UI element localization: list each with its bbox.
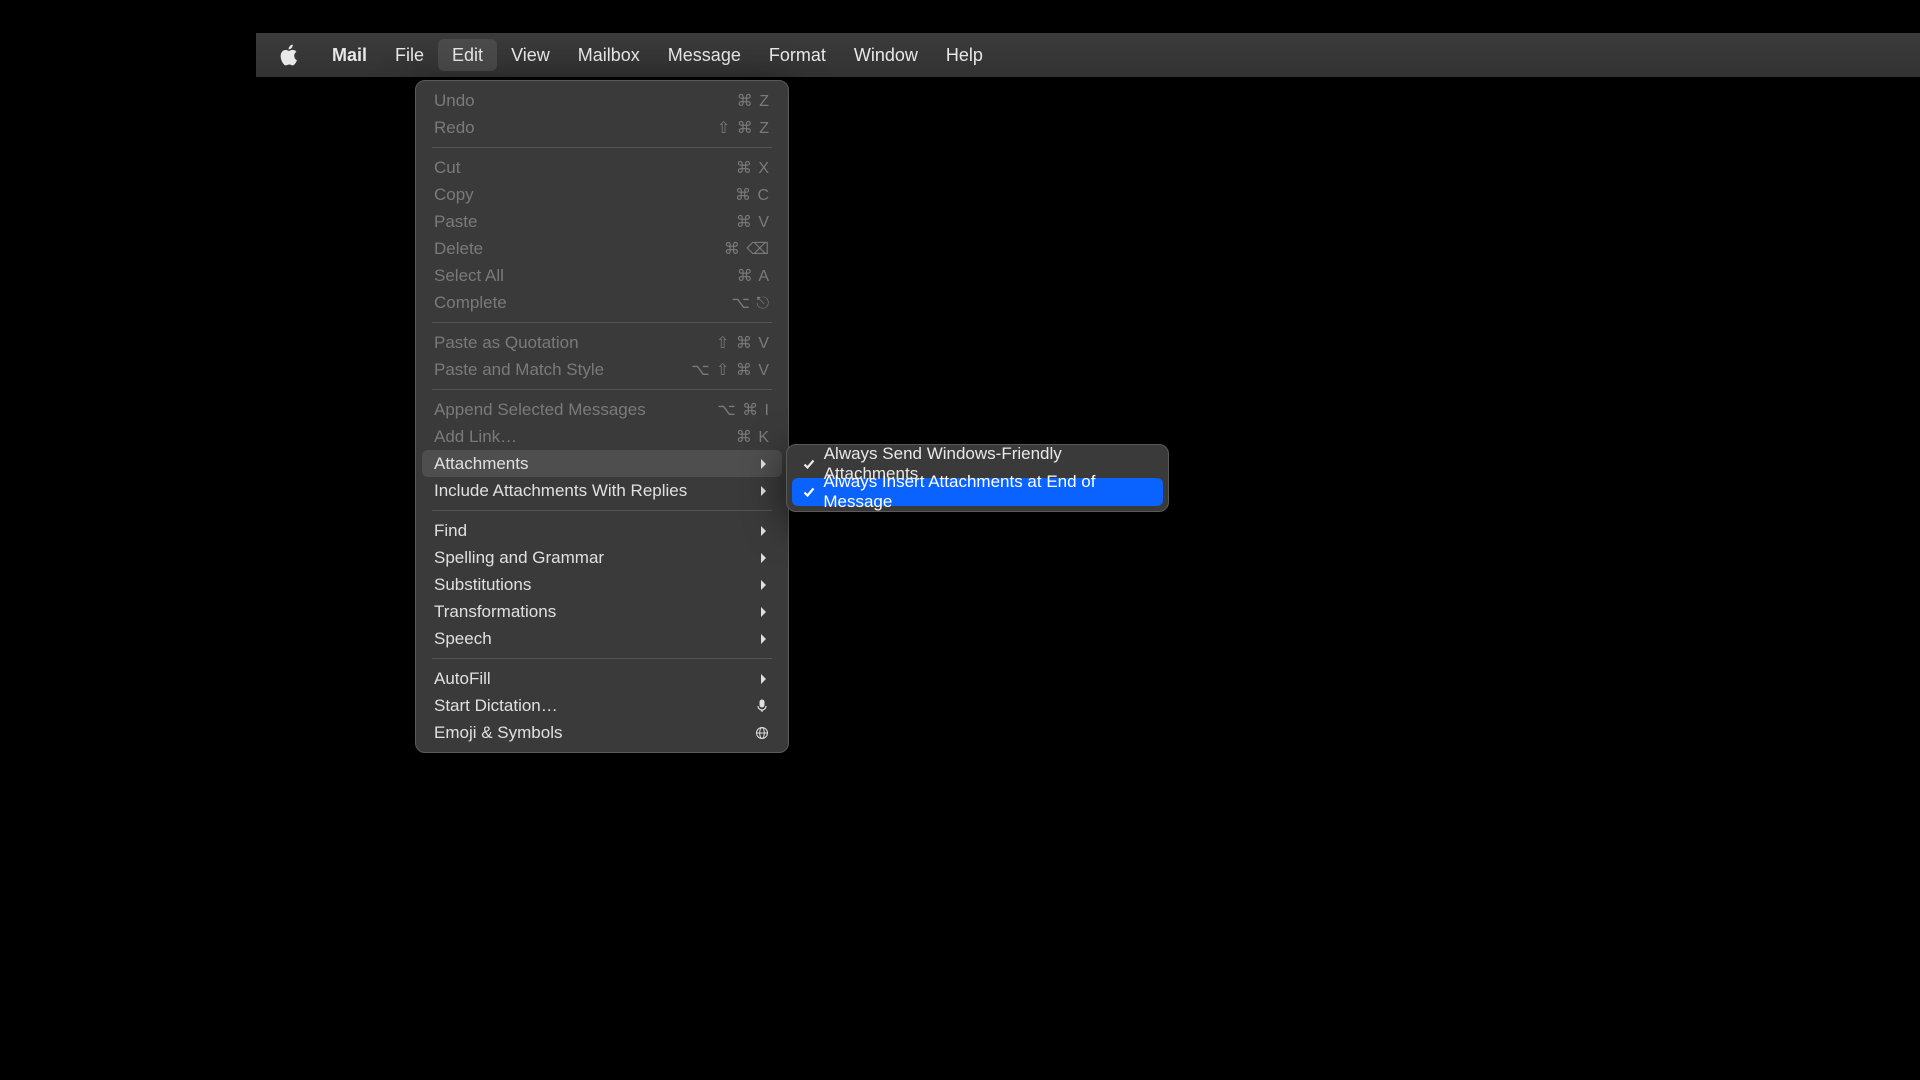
menu-shortcut: ⌥ ⎋ bbox=[710, 293, 770, 313]
apple-logo-icon[interactable] bbox=[272, 39, 304, 71]
menu-item-find[interactable]: Find bbox=[422, 517, 782, 544]
menu-item-complete: Complete ⌥ ⎋ bbox=[422, 289, 782, 316]
chevron-right-icon bbox=[758, 525, 770, 537]
menu-item-label: Copy bbox=[434, 185, 474, 205]
menu-item-include-attachments-with-replies[interactable]: Include Attachments With Replies bbox=[422, 477, 782, 504]
menu-item-substitutions[interactable]: Substitutions bbox=[422, 571, 782, 598]
submenu-item-always-insert-attachments-at-end-of-message[interactable]: Always Insert Attachments at End of Mess… bbox=[792, 478, 1163, 506]
menu-item-label: AutoFill bbox=[434, 669, 491, 689]
menu-item-delete: Delete ⌘ ⌫ bbox=[422, 235, 782, 262]
menu-item-label: Add Link… bbox=[434, 427, 517, 447]
menu-shortcut: ⇧ ⌘ V bbox=[710, 333, 770, 353]
menu-shortcut: ⌘ Z bbox=[710, 91, 770, 111]
menu-shortcut: ⌘ C bbox=[710, 185, 770, 205]
chevron-right-icon bbox=[758, 606, 770, 618]
chevron-right-icon bbox=[758, 485, 770, 497]
chevron-right-icon bbox=[758, 579, 770, 591]
menu-item-label: Start Dictation… bbox=[434, 696, 558, 716]
menu-item-spelling-and-grammar[interactable]: Spelling and Grammar bbox=[422, 544, 782, 571]
menu-item-label: Delete bbox=[434, 239, 483, 259]
menu-item-label: Paste as Quotation bbox=[434, 333, 579, 353]
menu-shortcut: ⌘ X bbox=[710, 158, 770, 178]
menu-shortcut: ⌘ K bbox=[710, 427, 770, 447]
chevron-right-icon bbox=[758, 458, 770, 470]
menu-item-cut: Cut ⌘ X bbox=[422, 154, 782, 181]
menu-item-start-dictation[interactable]: Start Dictation… bbox=[422, 692, 782, 719]
menu-shortcut: ⌥ ⇧ ⌘ V bbox=[691, 360, 770, 380]
menu-item-label: Substitutions bbox=[434, 575, 531, 595]
menubar-item-view[interactable]: View bbox=[497, 39, 564, 71]
menu-item-label: Select All bbox=[434, 266, 504, 286]
mic-icon bbox=[754, 698, 770, 714]
menu-separator bbox=[432, 147, 772, 148]
edit-menu: Undo ⌘ Z Redo ⇧ ⌘ Z Cut ⌘ X Copy ⌘ C Paste ⌘ V Del… bbox=[415, 80, 789, 753]
menu-item-paste-and-match-style: Paste and Match Style ⌥ ⇧ ⌘ V bbox=[422, 356, 782, 383]
menu-separator bbox=[432, 510, 772, 511]
menubar: Mail FileEditViewMailboxMessageFormatWin… bbox=[256, 33, 1920, 77]
checkmark-icon bbox=[802, 458, 816, 470]
menu-separator bbox=[432, 322, 772, 323]
menu-item-label: Append Selected Messages bbox=[434, 400, 646, 420]
checkmark-icon bbox=[802, 486, 815, 498]
menu-item-attachments[interactable]: Attachments bbox=[422, 450, 782, 477]
chevron-right-icon bbox=[758, 552, 770, 564]
menu-shortcut: ⌘ V bbox=[710, 212, 770, 232]
menu-item-add-link: Add Link… ⌘ K bbox=[422, 423, 782, 450]
menu-item-autofill[interactable]: AutoFill bbox=[422, 665, 782, 692]
menu-item-label: Paste bbox=[434, 212, 477, 232]
menu-item-label: Redo bbox=[434, 118, 475, 138]
menubar-item-help[interactable]: Help bbox=[932, 39, 997, 71]
menu-item-label: Transformations bbox=[434, 602, 556, 622]
chevron-right-icon bbox=[758, 633, 770, 645]
submenu-item-label: Always Insert Attachments at End of Mess… bbox=[823, 472, 1153, 512]
menu-item-label: Find bbox=[434, 521, 467, 541]
menu-shortcut: ⌥ ⌘ I bbox=[710, 400, 770, 420]
menubar-app-name[interactable]: Mail bbox=[318, 39, 381, 71]
menu-item-paste: Paste ⌘ V bbox=[422, 208, 782, 235]
menu-item-label: Include Attachments With Replies bbox=[434, 481, 687, 501]
menu-item-label: Spelling and Grammar bbox=[434, 548, 604, 568]
menubar-item-file[interactable]: File bbox=[381, 39, 438, 71]
menu-item-select-all: Select All ⌘ A bbox=[422, 262, 782, 289]
menubar-item-format[interactable]: Format bbox=[755, 39, 840, 71]
menu-shortcut: ⌘ ⌫ bbox=[710, 239, 770, 259]
chevron-right-icon bbox=[758, 673, 770, 685]
menu-item-transformations[interactable]: Transformations bbox=[422, 598, 782, 625]
menu-shortcut: ⌘ A bbox=[710, 266, 770, 286]
menu-item-paste-as-quotation: Paste as Quotation ⇧ ⌘ V bbox=[422, 329, 782, 356]
menubar-item-edit[interactable]: Edit bbox=[438, 39, 497, 71]
menu-item-label: Cut bbox=[434, 158, 460, 178]
menu-item-label: Undo bbox=[434, 91, 475, 111]
menu-item-label: Complete bbox=[434, 293, 507, 313]
menu-item-label: Attachments bbox=[434, 454, 529, 474]
menu-separator bbox=[432, 389, 772, 390]
menu-item-emoji-symbols[interactable]: Emoji & Symbols bbox=[422, 719, 782, 746]
menu-item-speech[interactable]: Speech bbox=[422, 625, 782, 652]
menu-item-undo: Undo ⌘ Z bbox=[422, 87, 782, 114]
menu-item-redo: Redo ⇧ ⌘ Z bbox=[422, 114, 782, 141]
menubar-item-mailbox[interactable]: Mailbox bbox=[564, 39, 654, 71]
menu-item-label: Speech bbox=[434, 629, 492, 649]
menu-item-copy: Copy ⌘ C bbox=[422, 181, 782, 208]
menubar-item-window[interactable]: Window bbox=[840, 39, 932, 71]
menu-shortcut: ⇧ ⌘ Z bbox=[710, 118, 770, 138]
menu-separator bbox=[432, 658, 772, 659]
menu-item-append-selected-messages: Append Selected Messages ⌥ ⌘ I bbox=[422, 396, 782, 423]
globe-icon bbox=[754, 725, 770, 741]
menubar-item-message[interactable]: Message bbox=[654, 39, 755, 71]
menu-item-label: Emoji & Symbols bbox=[434, 723, 562, 743]
menu-item-label: Paste and Match Style bbox=[434, 360, 604, 380]
attachments-submenu: Always Send Windows-Friendly Attachments… bbox=[786, 444, 1169, 512]
